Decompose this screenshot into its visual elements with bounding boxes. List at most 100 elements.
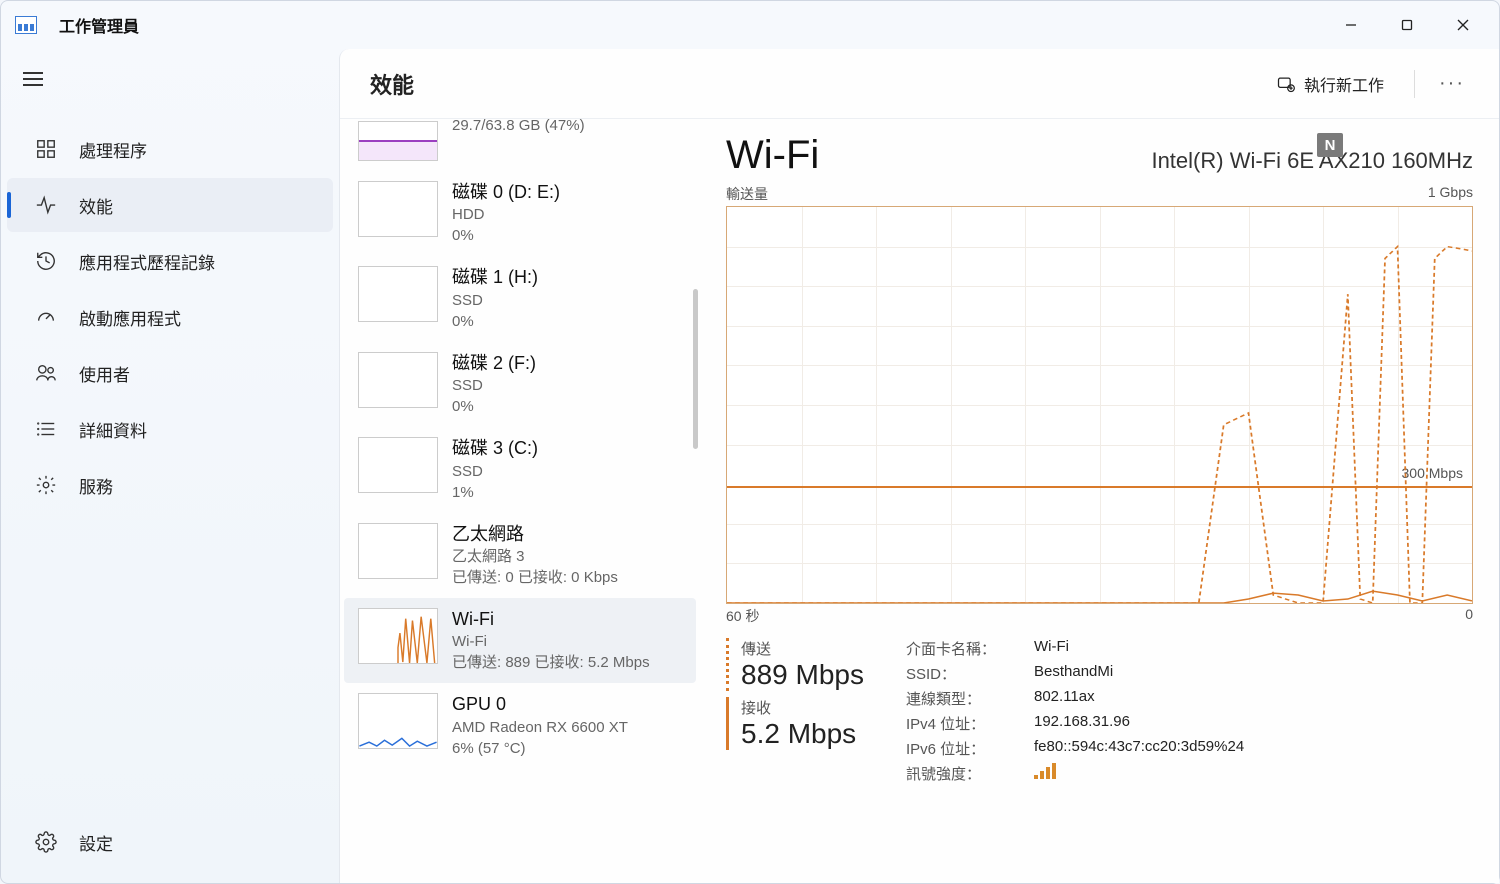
resource-sub2: 0% <box>452 311 684 332</box>
resource-title: 磁碟 0 (D: E:) <box>452 181 684 204</box>
signal-bars-icon <box>1034 763 1056 779</box>
resource-sub2: 6% (57 °C) <box>452 738 684 759</box>
resource-thumb <box>358 266 438 322</box>
n-badge: N <box>1317 133 1343 157</box>
sidebar-item-app-history[interactable]: 應用程式歷程記錄 <box>7 234 333 288</box>
sidebar-item-settings[interactable]: 設定 <box>7 815 333 869</box>
grid-icon <box>35 138 57 160</box>
send-stat: 傳送 889 Mbps <box>726 638 876 691</box>
run-task-label: 執行新工作 <box>1304 72 1384 96</box>
resource-info: GPU 0AMD Radeon RX 6600 XT6% (57 °C) <box>452 693 684 758</box>
sidebar: 處理程序 效能 應用程式歷程記錄 啟動應用程式 <box>1 49 339 883</box>
main-body: 記憶體29.7/63.8 GB (47%)磁碟 0 (D: E:)HDD0%磁碟… <box>340 119 1499 883</box>
resource-sub1: HDD <box>452 204 684 225</box>
resource-item-wifi-6[interactable]: Wi-FiWi-Fi已傳送: 889 已接收: 5.2 Mbps <box>344 598 696 683</box>
resource-sub2: 1% <box>452 482 684 503</box>
chart-x-labels: 60 秒 0 <box>726 606 1473 626</box>
send-label: 傳送 <box>741 638 876 659</box>
ssid-value: BesthandMi <box>1034 663 1244 684</box>
sidebar-label: 效能 <box>79 193 113 218</box>
resource-thumb <box>358 181 438 237</box>
resource-sub1: SSD <box>452 375 684 396</box>
resource-thumb <box>358 352 438 408</box>
app-title: 工作管理員 <box>59 13 139 37</box>
resource-sub1: AMD Radeon RX 6600 XT <box>452 717 684 738</box>
sidebar-label: 處理程序 <box>79 137 147 162</box>
sidebar-label: 設定 <box>79 830 113 855</box>
gauge-icon <box>35 306 57 328</box>
sidebar-item-startup[interactable]: 啟動應用程式 <box>7 290 333 344</box>
sidebar-item-users[interactable]: 使用者 <box>7 346 333 400</box>
sidebar-item-services[interactable]: 服務 <box>7 458 333 512</box>
resource-sub1: 乙太網路 3 <box>452 546 684 567</box>
adapter-name-value: Wi-Fi <box>1034 638 1244 659</box>
resource-item-eth-5[interactable]: 乙太網路乙太網路 3已傳送: 0 已接收: 0 Kbps <box>344 513 696 598</box>
adapter-info: 介面卡名稱： Wi-Fi SSID： BesthandMi 連線類型： 802.… <box>906 638 1244 784</box>
main-panel: 效能 執行新工作 ··· 記憶體29.7/63.8 GB (47%) 磁碟 0 (… <box>339 49 1499 883</box>
sidebar-item-processes[interactable]: 處理程序 <box>7 122 333 176</box>
resource-sub2: 0% <box>452 396 684 417</box>
ipv4-label: IPv4 位址： <box>906 713 1016 734</box>
resource-title: 磁碟 1 (H:) <box>452 266 684 289</box>
page-title: 效能 <box>370 68 414 100</box>
stats: 傳送 889 Mbps 接收 5.2 Mbps 介面卡名稱： Wi-Fi SS <box>726 638 1473 784</box>
chart-x-right: 0 <box>1465 606 1473 626</box>
throughput-chart: 300 Mbps <box>726 206 1473 604</box>
history-icon <box>35 250 57 272</box>
resource-info: 記憶體29.7/63.8 GB (47%) <box>452 121 684 161</box>
close-button[interactable] <box>1435 5 1491 45</box>
conn-type-label: 連線類型： <box>906 688 1016 709</box>
divider <box>1414 70 1415 98</box>
resource-thumb <box>358 121 438 161</box>
detail-title: Wi-Fi <box>726 133 819 178</box>
sidebar-label: 詳細資料 <box>79 417 147 442</box>
resource-item-gpu-7[interactable]: GPU 0AMD Radeon RX 6600 XT6% (57 °C) <box>344 683 696 768</box>
resource-sub2: 已傳送: 0 已接收: 0 Kbps <box>452 567 684 588</box>
resource-list[interactable]: 記憶體29.7/63.8 GB (47%)磁碟 0 (D: E:)HDD0%磁碟… <box>340 119 700 883</box>
chart-top-labels: 輸送量 1 Gbps <box>726 184 1473 204</box>
hamburger-button[interactable] <box>9 55 57 103</box>
activity-icon <box>35 194 57 216</box>
chart-x-left: 60 秒 <box>726 606 759 626</box>
minimize-button[interactable] <box>1323 5 1379 45</box>
app-icon <box>15 16 37 34</box>
adapter-name: Intel(R) Wi-Fi 6E AX210 160MHz <box>1151 148 1473 174</box>
titlebar[interactable]: 工作管理員 <box>1 1 1499 49</box>
ipv6-value: fe80::594c:43c7:cc20:3d59%24 <box>1034 738 1244 759</box>
resource-title: 磁碟 2 (F:) <box>452 352 684 375</box>
sidebar-item-details[interactable]: 詳細資料 <box>7 402 333 456</box>
conn-type-value: 802.11ax <box>1034 688 1244 709</box>
ipv6-label: IPv6 位址： <box>906 738 1016 759</box>
more-button[interactable]: ··· <box>1431 64 1473 104</box>
maximize-button[interactable] <box>1379 5 1435 45</box>
resource-item-disk-3[interactable]: 磁碟 2 (F:)SSD0% <box>344 342 696 427</box>
resource-sub2: 已傳送: 889 已接收: 5.2 Mbps <box>452 652 684 673</box>
resource-item-disk-2[interactable]: 磁碟 1 (H:)SSD0% <box>344 256 696 341</box>
sidebar-label: 使用者 <box>79 361 130 386</box>
run-new-task-button[interactable]: 執行新工作 <box>1262 64 1398 104</box>
resource-item-disk-1[interactable]: 磁碟 0 (D: E:)HDD0% <box>344 171 696 256</box>
signal-value <box>1034 763 1244 784</box>
scrollbar-thumb[interactable] <box>693 289 698 449</box>
resource-sub2: 29.7/63.8 GB (47%) <box>452 119 684 136</box>
resource-info: 磁碟 1 (H:)SSD0% <box>452 266 684 331</box>
detail-pane: N Wi-Fi Intel(R) Wi-Fi 6E AX210 160MHz 輸… <box>700 119 1499 883</box>
resource-title: 磁碟 3 (C:) <box>452 437 684 460</box>
list-icon <box>35 418 57 440</box>
recv-value: 5.2 Mbps <box>741 718 876 750</box>
signal-label: 訊號強度： <box>906 763 1016 784</box>
ssid-label: SSID： <box>906 663 1016 684</box>
resource-item-disk-4[interactable]: 磁碟 3 (C:)SSD1% <box>344 427 696 512</box>
sidebar-label: 啟動應用程式 <box>79 305 181 330</box>
run-task-icon <box>1276 74 1296 94</box>
resource-sub1: Wi-Fi <box>452 631 684 652</box>
sidebar-item-performance[interactable]: 效能 <box>7 178 333 232</box>
resource-sub1: SSD <box>452 461 684 482</box>
chart-y-label: 輸送量 <box>726 184 768 204</box>
recv-stat: 接收 5.2 Mbps <box>726 697 876 750</box>
send-value: 889 Mbps <box>741 659 876 691</box>
resource-thumb <box>358 437 438 493</box>
resource-thumb <box>358 523 438 579</box>
resource-item-mem-0[interactable]: 記憶體29.7/63.8 GB (47%) <box>344 121 696 171</box>
sidebar-label: 服務 <box>79 473 113 498</box>
